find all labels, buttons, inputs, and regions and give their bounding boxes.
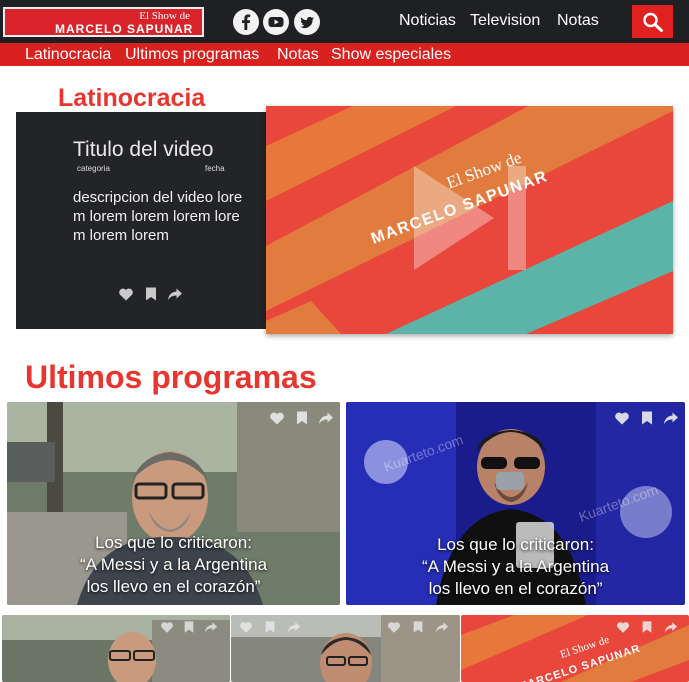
facebook-icon[interactable] bbox=[233, 9, 259, 35]
caption-line: los llevo en el corazón” bbox=[86, 577, 261, 596]
video-title[interactable]: Titulo del video bbox=[73, 138, 213, 162]
share-icon[interactable] bbox=[204, 620, 218, 634]
section-title-latinocracia: Latinocracia bbox=[58, 84, 206, 112]
nav-noticias[interactable]: Noticias bbox=[399, 12, 456, 30]
subnav-show-especiales[interactable]: Show especiales bbox=[331, 46, 451, 64]
logo-line1: El Show de bbox=[139, 10, 190, 22]
bookmark-icon[interactable] bbox=[640, 620, 654, 634]
heart-icon[interactable] bbox=[239, 620, 253, 634]
share-icon[interactable] bbox=[664, 620, 678, 634]
share-icon[interactable] bbox=[287, 620, 301, 634]
caption-line: “A Messi y a la Argentina bbox=[79, 555, 268, 574]
search-button[interactable] bbox=[632, 5, 673, 38]
program-card-small[interactable]: El Show de MARCELO SAPUNAR bbox=[461, 615, 689, 682]
bookmark-icon[interactable] bbox=[639, 410, 655, 426]
bookmark-icon[interactable] bbox=[411, 620, 425, 634]
share-icon[interactable] bbox=[318, 410, 334, 426]
program-card[interactable]: Kuarteto.com Kuarteto.com Los que lo cri… bbox=[346, 402, 685, 605]
share-icon[interactable] bbox=[663, 410, 679, 426]
featured-info-panel: Titulo del video categoria fecha descrip… bbox=[16, 112, 268, 329]
twitter-icon[interactable] bbox=[294, 9, 320, 35]
caption-line: “A Messi y a la Argentina bbox=[421, 557, 610, 576]
subnav-notas[interactable]: Notas bbox=[277, 46, 319, 64]
nav-television[interactable]: Television bbox=[470, 12, 540, 30]
category-nav: Latinocracia Ultimos programas Notas Sho… bbox=[0, 43, 689, 66]
program-card[interactable]: Los que lo criticaron: “A Messi y a la A… bbox=[7, 402, 340, 605]
bookmark-icon[interactable] bbox=[143, 286, 159, 302]
caption-line: Los que lo criticaron: bbox=[437, 535, 594, 554]
program-card-small[interactable] bbox=[2, 615, 230, 682]
heart-icon[interactable] bbox=[614, 410, 630, 426]
bookmark-icon[interactable] bbox=[294, 410, 310, 426]
heart-icon[interactable] bbox=[118, 286, 134, 302]
caption-line: los llevo en el corazón” bbox=[428, 579, 603, 598]
share-icon[interactable] bbox=[167, 286, 183, 302]
program-card-small[interactable] bbox=[231, 615, 460, 682]
program-caption: Los que lo criticaron: “A Messi y a la A… bbox=[346, 534, 685, 600]
video-date: fecha bbox=[205, 164, 225, 173]
video-description: descripcion del video lorem lorem lorem … bbox=[73, 189, 243, 244]
heart-icon[interactable] bbox=[160, 620, 174, 634]
youtube-icon[interactable] bbox=[263, 9, 289, 35]
logo-line2: MARCELO SAPUNAR bbox=[55, 22, 194, 36]
subnav-ultimos-programas[interactable]: Ultimos programas bbox=[125, 46, 259, 64]
featured-video-thumbnail[interactable]: El Show de MARCELO SAPUNAR bbox=[266, 106, 673, 334]
caption-line: Los que lo criticaron: bbox=[95, 533, 252, 552]
bookmark-icon[interactable] bbox=[263, 620, 277, 634]
site-logo[interactable]: El Show de MARCELO SAPUNAR bbox=[3, 7, 204, 37]
share-icon[interactable] bbox=[435, 620, 449, 634]
top-header: El Show de MARCELO SAPUNAR Noticias Tele… bbox=[0, 0, 689, 43]
video-category[interactable]: categoria bbox=[77, 164, 110, 173]
section-title-ultimos-programas: Ultimos programas bbox=[25, 359, 317, 395]
program-caption: Los que lo criticaron: “A Messi y a la A… bbox=[7, 532, 340, 598]
heart-icon[interactable] bbox=[616, 620, 630, 634]
subnav-latinocracia[interactable]: Latinocracia bbox=[25, 46, 111, 64]
search-icon bbox=[643, 12, 663, 32]
bookmark-icon[interactable] bbox=[182, 620, 196, 634]
nav-notas[interactable]: Notas bbox=[557, 12, 599, 30]
heart-icon[interactable] bbox=[387, 620, 401, 634]
heart-icon[interactable] bbox=[269, 410, 285, 426]
